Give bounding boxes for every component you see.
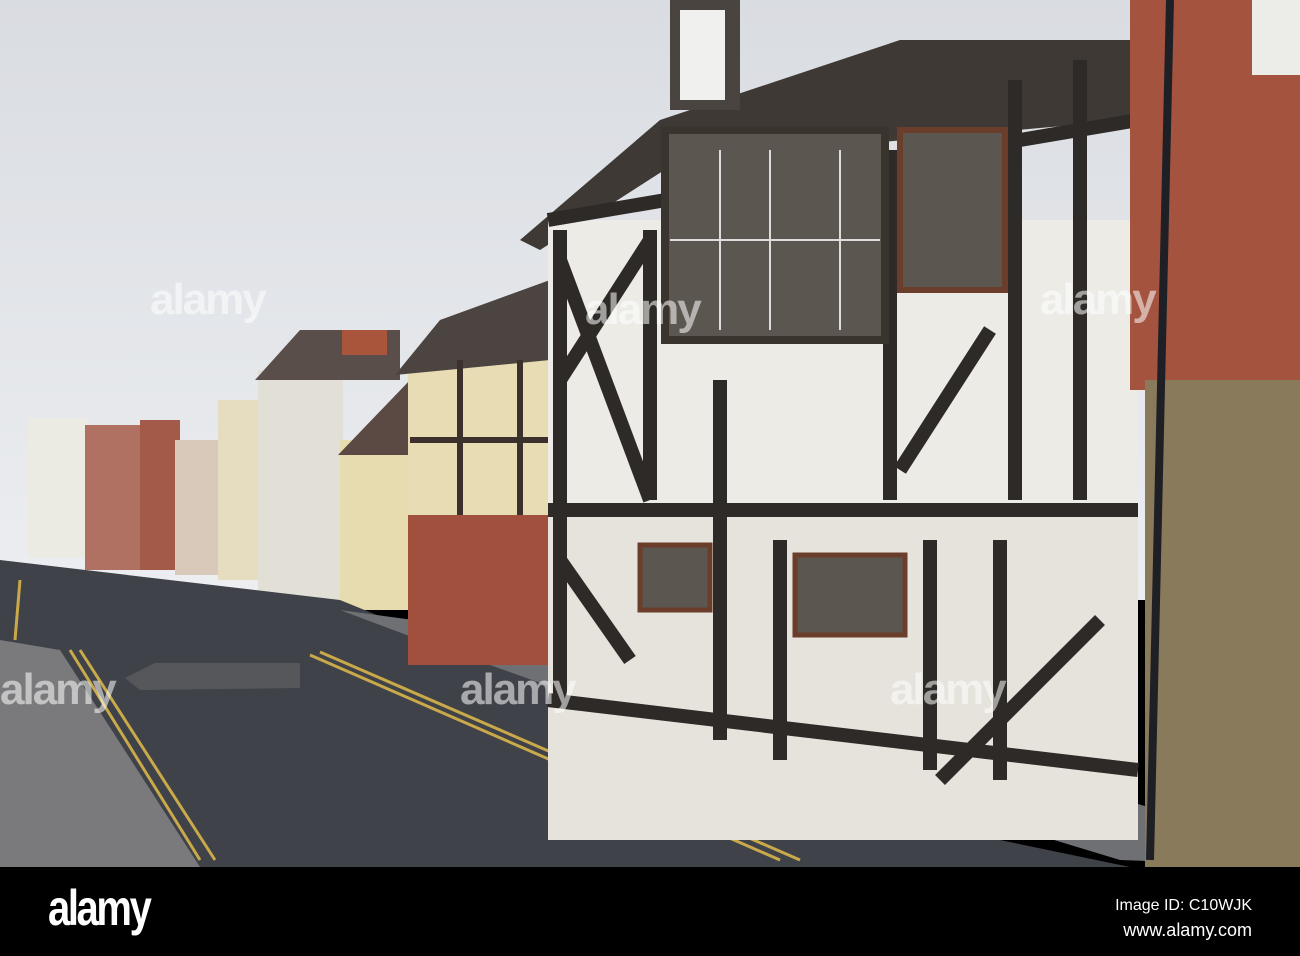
watermark: alamy: [460, 665, 577, 714]
street-photo: [0, 0, 1300, 867]
watermark: alamy: [890, 665, 1007, 714]
stone-wall: [1145, 380, 1300, 867]
watermark: alamy: [585, 285, 702, 334]
watermark: alamy: [1040, 275, 1157, 324]
watermark: alamy: [150, 275, 267, 324]
site-url: www.alamy.com: [1123, 920, 1252, 940]
stock-photo: alamy alamy alamy alamy alamy alamy alam…: [0, 0, 1300, 956]
image-id: Image ID: C10WJK: [1115, 897, 1252, 914]
watermark: alamy: [0, 665, 117, 714]
footer-bar: alamy Image ID: C10WJK www.alamy.com: [0, 867, 1300, 956]
alamy-logo: alamy: [48, 880, 152, 936]
